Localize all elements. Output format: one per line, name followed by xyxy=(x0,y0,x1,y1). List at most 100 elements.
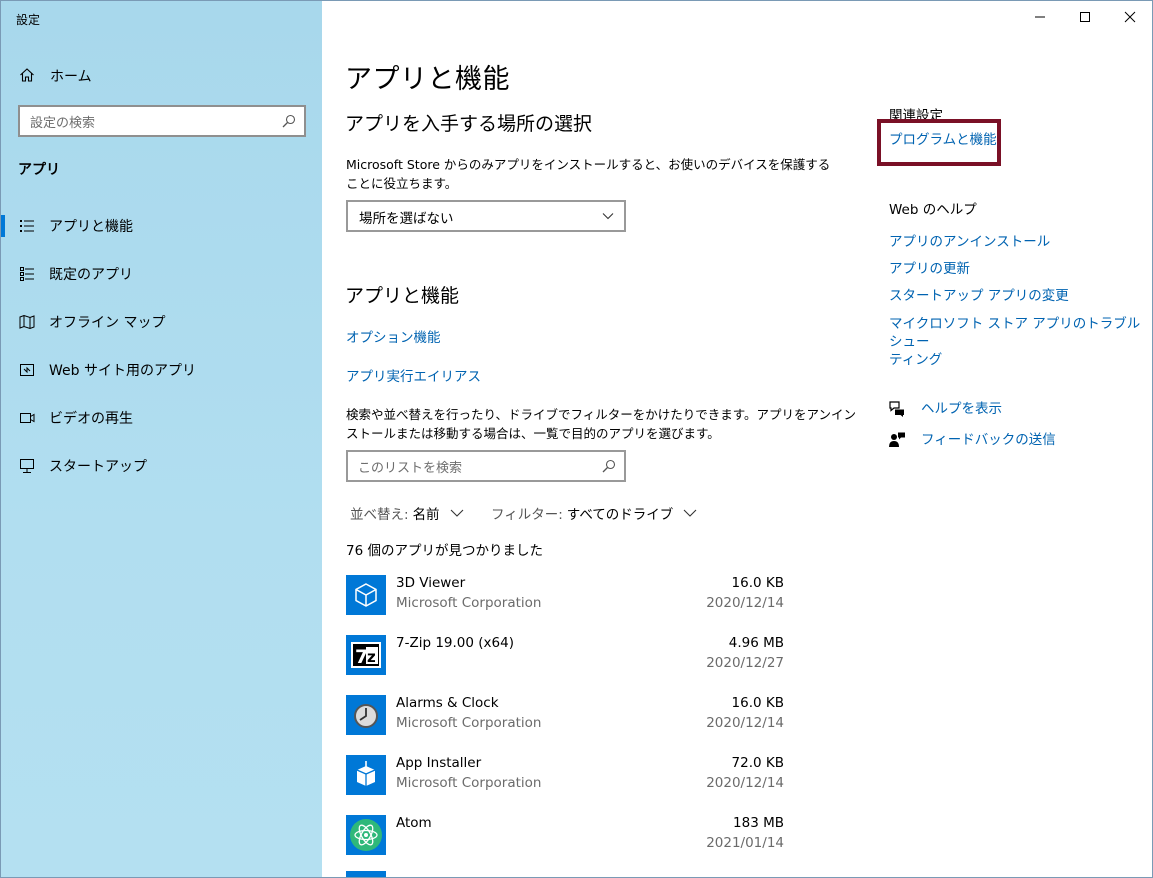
get-help-link[interactable]: ヘルプを表示 xyxy=(921,400,1002,418)
app-installer-icon xyxy=(346,755,386,795)
offline-maps-icon xyxy=(19,314,35,330)
sidebar-item-label: スタートアップ xyxy=(49,459,147,475)
sidebar-item-default-apps[interactable]: 既定のアプリ xyxy=(1,254,322,294)
close-icon xyxy=(1124,11,1136,23)
apps-description-line: ストールまたは移動する場合は、一覧で目的のアプリを選びます。 xyxy=(346,426,720,441)
sidebar-item-label: Web サイト用のアプリ xyxy=(49,363,196,379)
sidebar-home-label: ホーム xyxy=(50,69,92,85)
sidebar-item-apps-for-websites[interactable]: Web サイト用のアプリ xyxy=(1,350,322,390)
app-size: 72.0 KB xyxy=(731,755,784,771)
search-icon[interactable] xyxy=(282,114,296,128)
dropdown-value: 場所を選ばない xyxy=(359,211,454,227)
install-section-title: アプリを入手する場所の選択 xyxy=(345,113,593,135)
app-date: 2020/12/14 xyxy=(706,715,784,731)
app-list-search-placeholder: このリストを検索 xyxy=(358,461,463,476)
app-size: 16.0 KB xyxy=(731,695,784,711)
settings-window: 設定 ホーム 設定の検索 アプリ アプリと機能 既定のアプリ オフライン マップ… xyxy=(0,0,1153,878)
apps-features-icon xyxy=(20,220,34,232)
app-size: 4.96 MB xyxy=(728,635,784,651)
alarms-clock-icon xyxy=(346,695,386,735)
troubleshoot-line: ティング xyxy=(889,352,943,368)
app-date: 2021/01/14 xyxy=(706,835,784,851)
apps-description: 検索や並べ替えを行ったり、ドライブでフィルターをかけたりできます。アプリをアンイ… xyxy=(346,405,856,443)
home-icon xyxy=(20,68,34,82)
sidebar-item-label: ビデオの再生 xyxy=(49,411,133,427)
troubleshoot-store-apps-link[interactable]: マイクロソフト ストア アプリのトラブルシュー ティング xyxy=(889,315,1152,369)
minimize-button[interactable] xyxy=(1017,1,1063,33)
startup-icon xyxy=(20,459,34,473)
sidebar-item-offline-maps[interactable]: オフライン マップ xyxy=(1,302,322,342)
sort-key: 並べ替え: xyxy=(350,507,409,523)
app-date: 2020/12/14 xyxy=(706,595,784,611)
app-list-item[interactable]: 7 z 7-Zip 19.00 (x64) 4.96 MB 2020/12/27 xyxy=(346,631,786,689)
sidebar-section-title: アプリ xyxy=(18,162,60,178)
7zip-icon: 7 z xyxy=(346,635,386,675)
sidebar-item-startup[interactable]: スタートアップ xyxy=(1,446,322,486)
troubleshoot-line: マイクロソフト ストア アプリのトラブルシュー xyxy=(889,316,1141,350)
maximize-icon xyxy=(1080,12,1090,22)
feedback-icon xyxy=(889,432,905,447)
app-list-item[interactable]: Atom 183 MB 2021/01/14 xyxy=(346,811,786,869)
default-apps-icon xyxy=(20,267,34,281)
app-list-item[interactable]: App Installer Microsoft Corporation 72.0… xyxy=(346,751,786,809)
optional-features-link[interactable]: オプション機能 xyxy=(346,326,441,346)
app-list-item-partial xyxy=(346,871,386,877)
chevron-down-icon xyxy=(450,509,463,517)
settings-search-placeholder: 設定の検索 xyxy=(30,116,96,131)
svg-text:z: z xyxy=(367,648,376,666)
maximize-button[interactable] xyxy=(1062,1,1108,33)
selected-indicator xyxy=(1,215,5,237)
search-icon[interactable] xyxy=(602,459,616,473)
sort-by-dropdown[interactable]: 並べ替え: 名前 xyxy=(350,503,464,523)
app-list-item[interactable]: 3D Viewer Microsoft Corporation 16.0 KB … xyxy=(346,571,786,629)
atom-icon xyxy=(346,815,386,855)
sort-value: 名前 xyxy=(412,507,440,523)
app-date: 2020/12/14 xyxy=(706,775,784,791)
chevron-down-icon xyxy=(683,509,697,517)
uninstall-apps-link[interactable]: アプリのアンインストール xyxy=(889,233,1050,251)
programs-features-link[interactable]: プログラムと機能 xyxy=(889,131,997,149)
apps-found-count: 76 個のアプリが見つかりました xyxy=(346,543,543,559)
sidebar-item-label: オフライン マップ xyxy=(49,315,166,331)
sidebar-item-apps-features[interactable]: アプリと機能 xyxy=(1,206,322,246)
sidebar-item-label: 既定のアプリ xyxy=(49,267,133,283)
get-help-icon xyxy=(889,401,904,417)
video-playback-icon xyxy=(20,413,35,423)
chevron-down-icon xyxy=(602,213,614,220)
filter-key: フィルター: xyxy=(491,507,563,523)
filter-dropdown[interactable]: フィルター: すべてのドライブ xyxy=(491,503,697,523)
web-help-heading: Web のヘルプ xyxy=(889,202,977,218)
app-execution-alias-link[interactable]: アプリ実行エイリアス xyxy=(346,365,481,385)
install-description-line: Microsoft Store からのみアプリをインストールすると、お使いのデバ… xyxy=(346,157,831,172)
apps-for-websites-icon xyxy=(20,364,34,376)
app-name: 3D Viewer xyxy=(396,575,466,591)
install-description: Microsoft Store からのみアプリをインストールすると、お使いのデバ… xyxy=(346,155,830,193)
3d-viewer-icon xyxy=(346,575,386,615)
change-startup-apps-link[interactable]: スタートアップ アプリの変更 xyxy=(889,287,1069,305)
sidebar: 設定 ホーム 設定の検索 アプリ アプリと機能 既定のアプリ オフライン マップ… xyxy=(1,1,322,877)
settings-search-input[interactable]: 設定の検索 xyxy=(18,105,306,137)
page-title: アプリと機能 xyxy=(345,64,510,95)
send-feedback-link[interactable]: フィードバックの送信 xyxy=(921,431,1056,449)
app-publisher: Microsoft Corporation xyxy=(396,775,542,791)
window-title: 設定 xyxy=(16,13,41,27)
install-description-line: ことに役立ちます。 xyxy=(346,176,458,191)
app-publisher: Microsoft Corporation xyxy=(396,595,542,611)
app-size: 16.0 KB xyxy=(731,575,784,591)
apps-section-title: アプリと機能 xyxy=(345,285,460,307)
app-name: Atom xyxy=(396,815,432,831)
sidebar-item-label: アプリと機能 xyxy=(49,219,133,235)
app-list-search-input[interactable]: このリストを検索 xyxy=(346,450,626,482)
app-name: App Installer xyxy=(396,755,482,771)
close-button[interactable] xyxy=(1107,1,1152,33)
sidebar-home[interactable]: ホーム xyxy=(1,59,322,91)
update-apps-link[interactable]: アプリの更新 xyxy=(889,260,970,278)
apps-description-line: 検索や並べ替えを行ったり、ドライブでフィルターをかけたりできます。アプリをアンイ… xyxy=(346,407,857,422)
app-size: 183 MB xyxy=(733,815,784,831)
app-date: 2020/12/27 xyxy=(706,655,784,671)
sidebar-item-video-playback[interactable]: ビデオの再生 xyxy=(1,398,322,438)
install-location-dropdown[interactable]: 場所を選ばない xyxy=(346,200,626,232)
minimize-icon xyxy=(1035,16,1045,18)
app-list-item[interactable]: Alarms & Clock Microsoft Corporation 16.… xyxy=(346,691,786,749)
app-name: Alarms & Clock xyxy=(396,695,499,711)
